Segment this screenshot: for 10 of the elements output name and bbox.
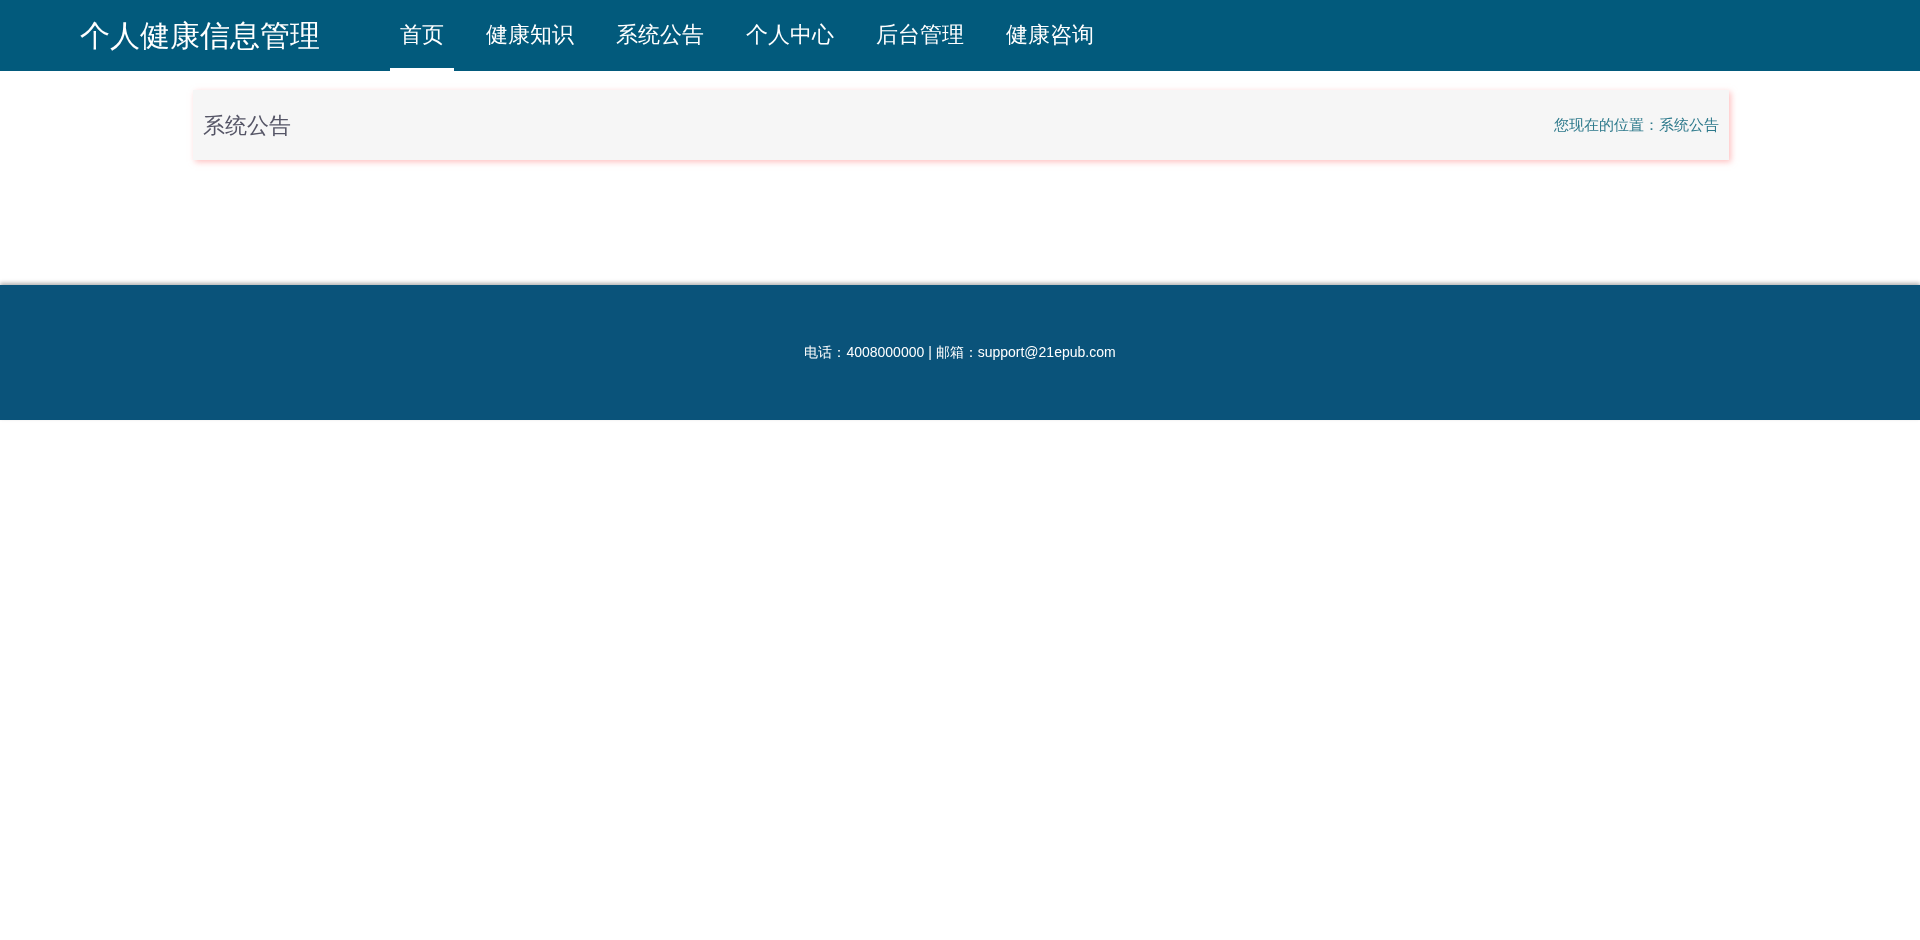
nav-link[interactable]: 健康咨询 (996, 0, 1104, 71)
nav-link[interactable]: 个人中心 (736, 0, 844, 71)
nav-link[interactable]: 系统公告 (606, 0, 714, 71)
footer-contact: 电话：4008000000 | 邮箱：support@21epub.com (804, 343, 1116, 362)
nav-link[interactable]: 健康知识 (476, 0, 584, 71)
nav-link[interactable]: 后台管理 (866, 0, 974, 71)
site-title: 个人健康信息管理 (80, 18, 321, 54)
page-title: 系统公告 (203, 111, 291, 140)
nav-link[interactable]: 首页 (390, 0, 454, 71)
breadcrumb: 您现在的位置：系统公告 (1554, 114, 1719, 135)
